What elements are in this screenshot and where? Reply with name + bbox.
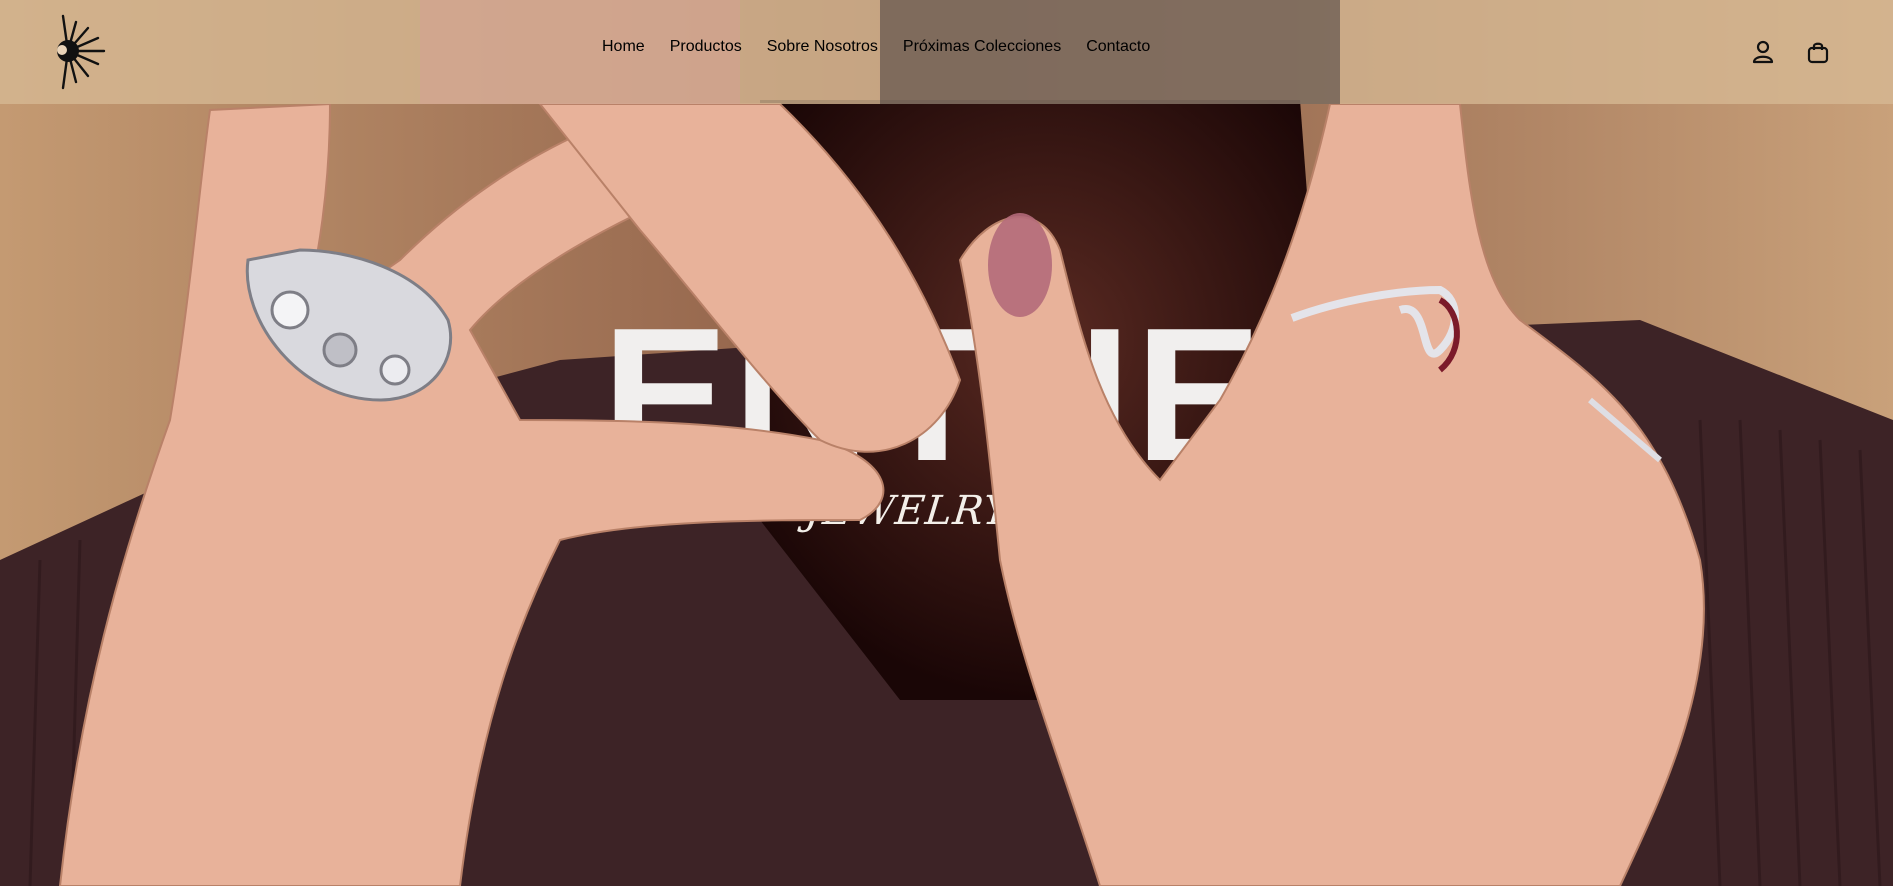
site-header: Home Productos Sobre Nosotros Próximas C… — [0, 0, 1893, 104]
hero-subtitle: JEWELRY by E — [803, 488, 1121, 534]
shopping-bag-icon[interactable] — [1804, 38, 1832, 66]
sun-eye-logo-icon[interactable] — [50, 14, 106, 90]
nav-proximas-colecciones[interactable]: Próximas Colecciones — [903, 38, 1061, 56]
hero-title: ENTHEO — [602, 289, 1418, 501]
nav-sobre-nosotros[interactable]: Sobre Nosotros — [767, 38, 878, 56]
main-nav: Home Productos Sobre Nosotros Próximas C… — [602, 38, 1150, 56]
user-icon[interactable] — [1749, 38, 1777, 66]
nav-contacto[interactable]: Contacto — [1086, 38, 1150, 56]
nav-home[interactable]: Home — [602, 38, 645, 56]
page: ENTHEO JEWELRY by E Home Productos Sobre… — [0, 0, 1893, 886]
nav-productos[interactable]: Productos — [670, 38, 742, 56]
